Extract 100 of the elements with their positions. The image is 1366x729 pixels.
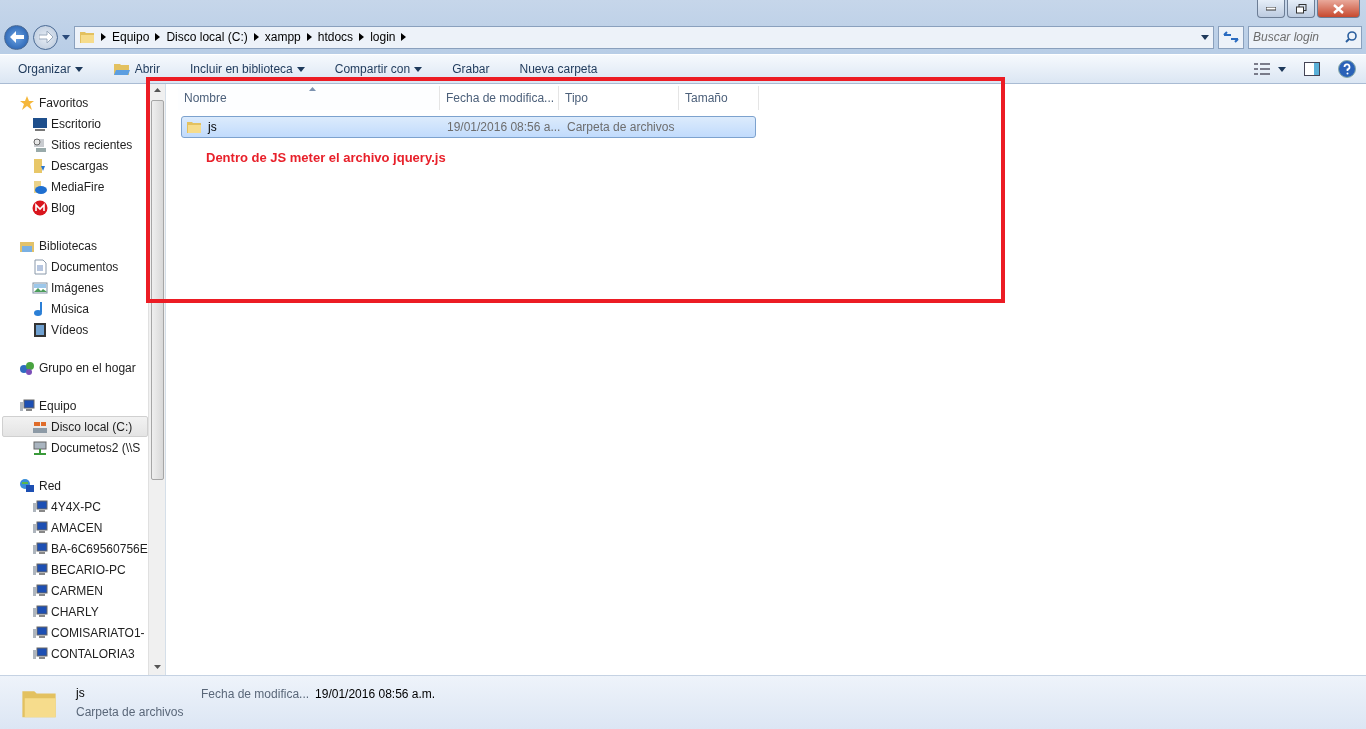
computer-icon xyxy=(32,603,48,620)
sidebar-heading[interactable]: Bibliotecas xyxy=(0,235,149,256)
refresh-button[interactable] xyxy=(1218,25,1244,49)
sidebar-item[interactable]: Blog xyxy=(2,197,149,218)
help-icon[interactable] xyxy=(1338,60,1356,78)
download-folder-icon xyxy=(32,157,48,174)
computer-icon xyxy=(32,519,48,536)
chevron-icon xyxy=(401,33,407,41)
computer-icon xyxy=(19,397,35,414)
sidebar-heading[interactable]: Favoritos xyxy=(0,92,149,113)
toolbar-button[interactable]: Grabar xyxy=(452,62,490,76)
folder-icon xyxy=(79,29,95,45)
scroll-down-icon xyxy=(153,665,161,669)
document-icon xyxy=(32,258,48,275)
minimize-button[interactable] xyxy=(1257,0,1285,18)
star-icon xyxy=(19,94,35,111)
globe-computer-icon xyxy=(19,477,35,494)
file-type: Carpeta de archivos xyxy=(567,120,675,134)
details-type: Carpeta de archivos xyxy=(76,705,185,719)
sidebar-item[interactable]: Descargas xyxy=(2,155,149,176)
sidebar-item[interactable]: Imágenes xyxy=(2,277,149,298)
file-date: 19/01/2016 08:56 a... xyxy=(447,120,561,134)
sidebar-item[interactable]: BECARIO-PC xyxy=(2,559,149,580)
sidebar-item[interactable]: CHARLY xyxy=(2,601,149,622)
breadcrumb[interactable]: xampp xyxy=(264,30,301,44)
back-button[interactable] xyxy=(4,24,29,50)
details-label: Fecha de modifica... xyxy=(201,686,310,701)
toolbar-button[interactable]: Abrir xyxy=(112,61,161,77)
sidebar-item[interactable]: CARMEN xyxy=(2,580,149,601)
back-arrow-icon xyxy=(9,31,24,43)
film-icon xyxy=(32,321,48,338)
restore-icon xyxy=(1295,3,1307,14)
computer-icon xyxy=(32,624,48,641)
details-name: js xyxy=(76,686,86,700)
sidebar-item[interactable]: COMISARIATO1- xyxy=(2,622,149,643)
network-drive-icon xyxy=(32,439,48,456)
toolbar-menu[interactable]: Organizar xyxy=(18,62,83,76)
chevron-icon xyxy=(101,33,106,41)
sidebar-item[interactable]: 4Y4X-PC xyxy=(2,496,149,517)
folder-icon xyxy=(186,119,202,135)
view-options-icon[interactable] xyxy=(1254,63,1286,75)
computer-icon xyxy=(32,540,48,557)
chevron-icon xyxy=(253,33,259,41)
toolbar-menu[interactable]: Incluir en biblioteca xyxy=(190,62,305,76)
forward-arrow-icon xyxy=(38,31,53,43)
sidebar-item[interactable]: Disco local (C:) xyxy=(2,416,149,437)
computer-icon xyxy=(32,645,48,662)
sidebar-item[interactable]: Música xyxy=(2,298,149,319)
refresh-icon xyxy=(1223,30,1239,44)
caret-icon xyxy=(414,66,423,72)
sidebar-heading[interactable]: Grupo en el hogar xyxy=(0,357,149,378)
caret-icon xyxy=(1201,34,1209,40)
close-button[interactable] xyxy=(1317,0,1360,18)
close-icon xyxy=(1333,3,1344,14)
address-bar[interactable]: Equipo Disco local (C:) xampp htdocs login xyxy=(74,25,1214,49)
sidebar-item[interactable]: MediaFire xyxy=(2,176,149,197)
sidebar-item[interactable]: AMACEN xyxy=(2,517,149,538)
sidebar-item[interactable]: BA-6C69560756E xyxy=(2,538,149,559)
scroll-thumb[interactable] xyxy=(150,100,164,480)
scroll-up-icon xyxy=(153,88,161,92)
sidebar-item[interactable]: Documetos2 (\\S xyxy=(2,437,149,458)
computer-icon xyxy=(32,561,48,578)
sidebar-item[interactable]: Sitios recientes xyxy=(2,134,149,155)
breadcrumb[interactable]: Disco local (C:) xyxy=(166,30,248,44)
sidebar-item[interactable]: Vídeos xyxy=(2,319,149,340)
picture-icon xyxy=(32,279,48,296)
scrollbar[interactable] xyxy=(148,84,165,675)
forward-button[interactable] xyxy=(33,24,58,50)
file-name: js xyxy=(208,120,217,134)
caret-icon xyxy=(74,66,83,72)
annotation-text: Dentro de JS meter el archivo jquery.js xyxy=(206,150,447,165)
preview-pane-icon[interactable] xyxy=(1304,62,1320,76)
computer-icon xyxy=(32,498,48,515)
search-field[interactable]: Buscar login xyxy=(1248,25,1362,49)
breadcrumb[interactable]: Equipo xyxy=(112,30,150,44)
toolbar-button[interactable]: Nueva carpeta xyxy=(519,62,598,76)
minimize-icon xyxy=(1266,6,1276,11)
sort-arrow-icon xyxy=(308,87,316,91)
sidebar-heading[interactable]: Equipo xyxy=(0,395,149,416)
sidebar-item[interactable]: CONTALORIA3 xyxy=(2,643,149,664)
file-row[interactable]: js 19/01/2016 08:56 a... Carpeta de archivos xyxy=(181,116,756,138)
restore-button[interactable] xyxy=(1287,0,1315,18)
chevron-icon xyxy=(155,33,161,41)
breadcrumb[interactable]: htdocs xyxy=(317,30,354,44)
details-value: 19/01/2016 08:56 a.m. xyxy=(315,686,436,701)
computer-icon xyxy=(32,582,48,599)
chevron-icon xyxy=(359,33,365,41)
search-icon xyxy=(1345,31,1357,43)
sidebar-item[interactable]: Escritorio xyxy=(2,113,149,134)
history-caret-icon[interactable] xyxy=(62,34,70,40)
breadcrumb[interactable]: login xyxy=(370,30,396,44)
caret-icon xyxy=(296,66,305,72)
toolbar-menu[interactable]: Compartir con xyxy=(334,62,423,76)
m-circle-icon xyxy=(32,199,48,216)
computer-clock-icon xyxy=(32,136,48,153)
sidebar-item[interactable]: Documentos xyxy=(2,256,149,277)
monitor-icon xyxy=(32,115,48,132)
sidebar-heading[interactable]: Red xyxy=(0,475,149,496)
chevron-icon xyxy=(306,33,312,41)
homegroup-icon xyxy=(19,359,35,376)
